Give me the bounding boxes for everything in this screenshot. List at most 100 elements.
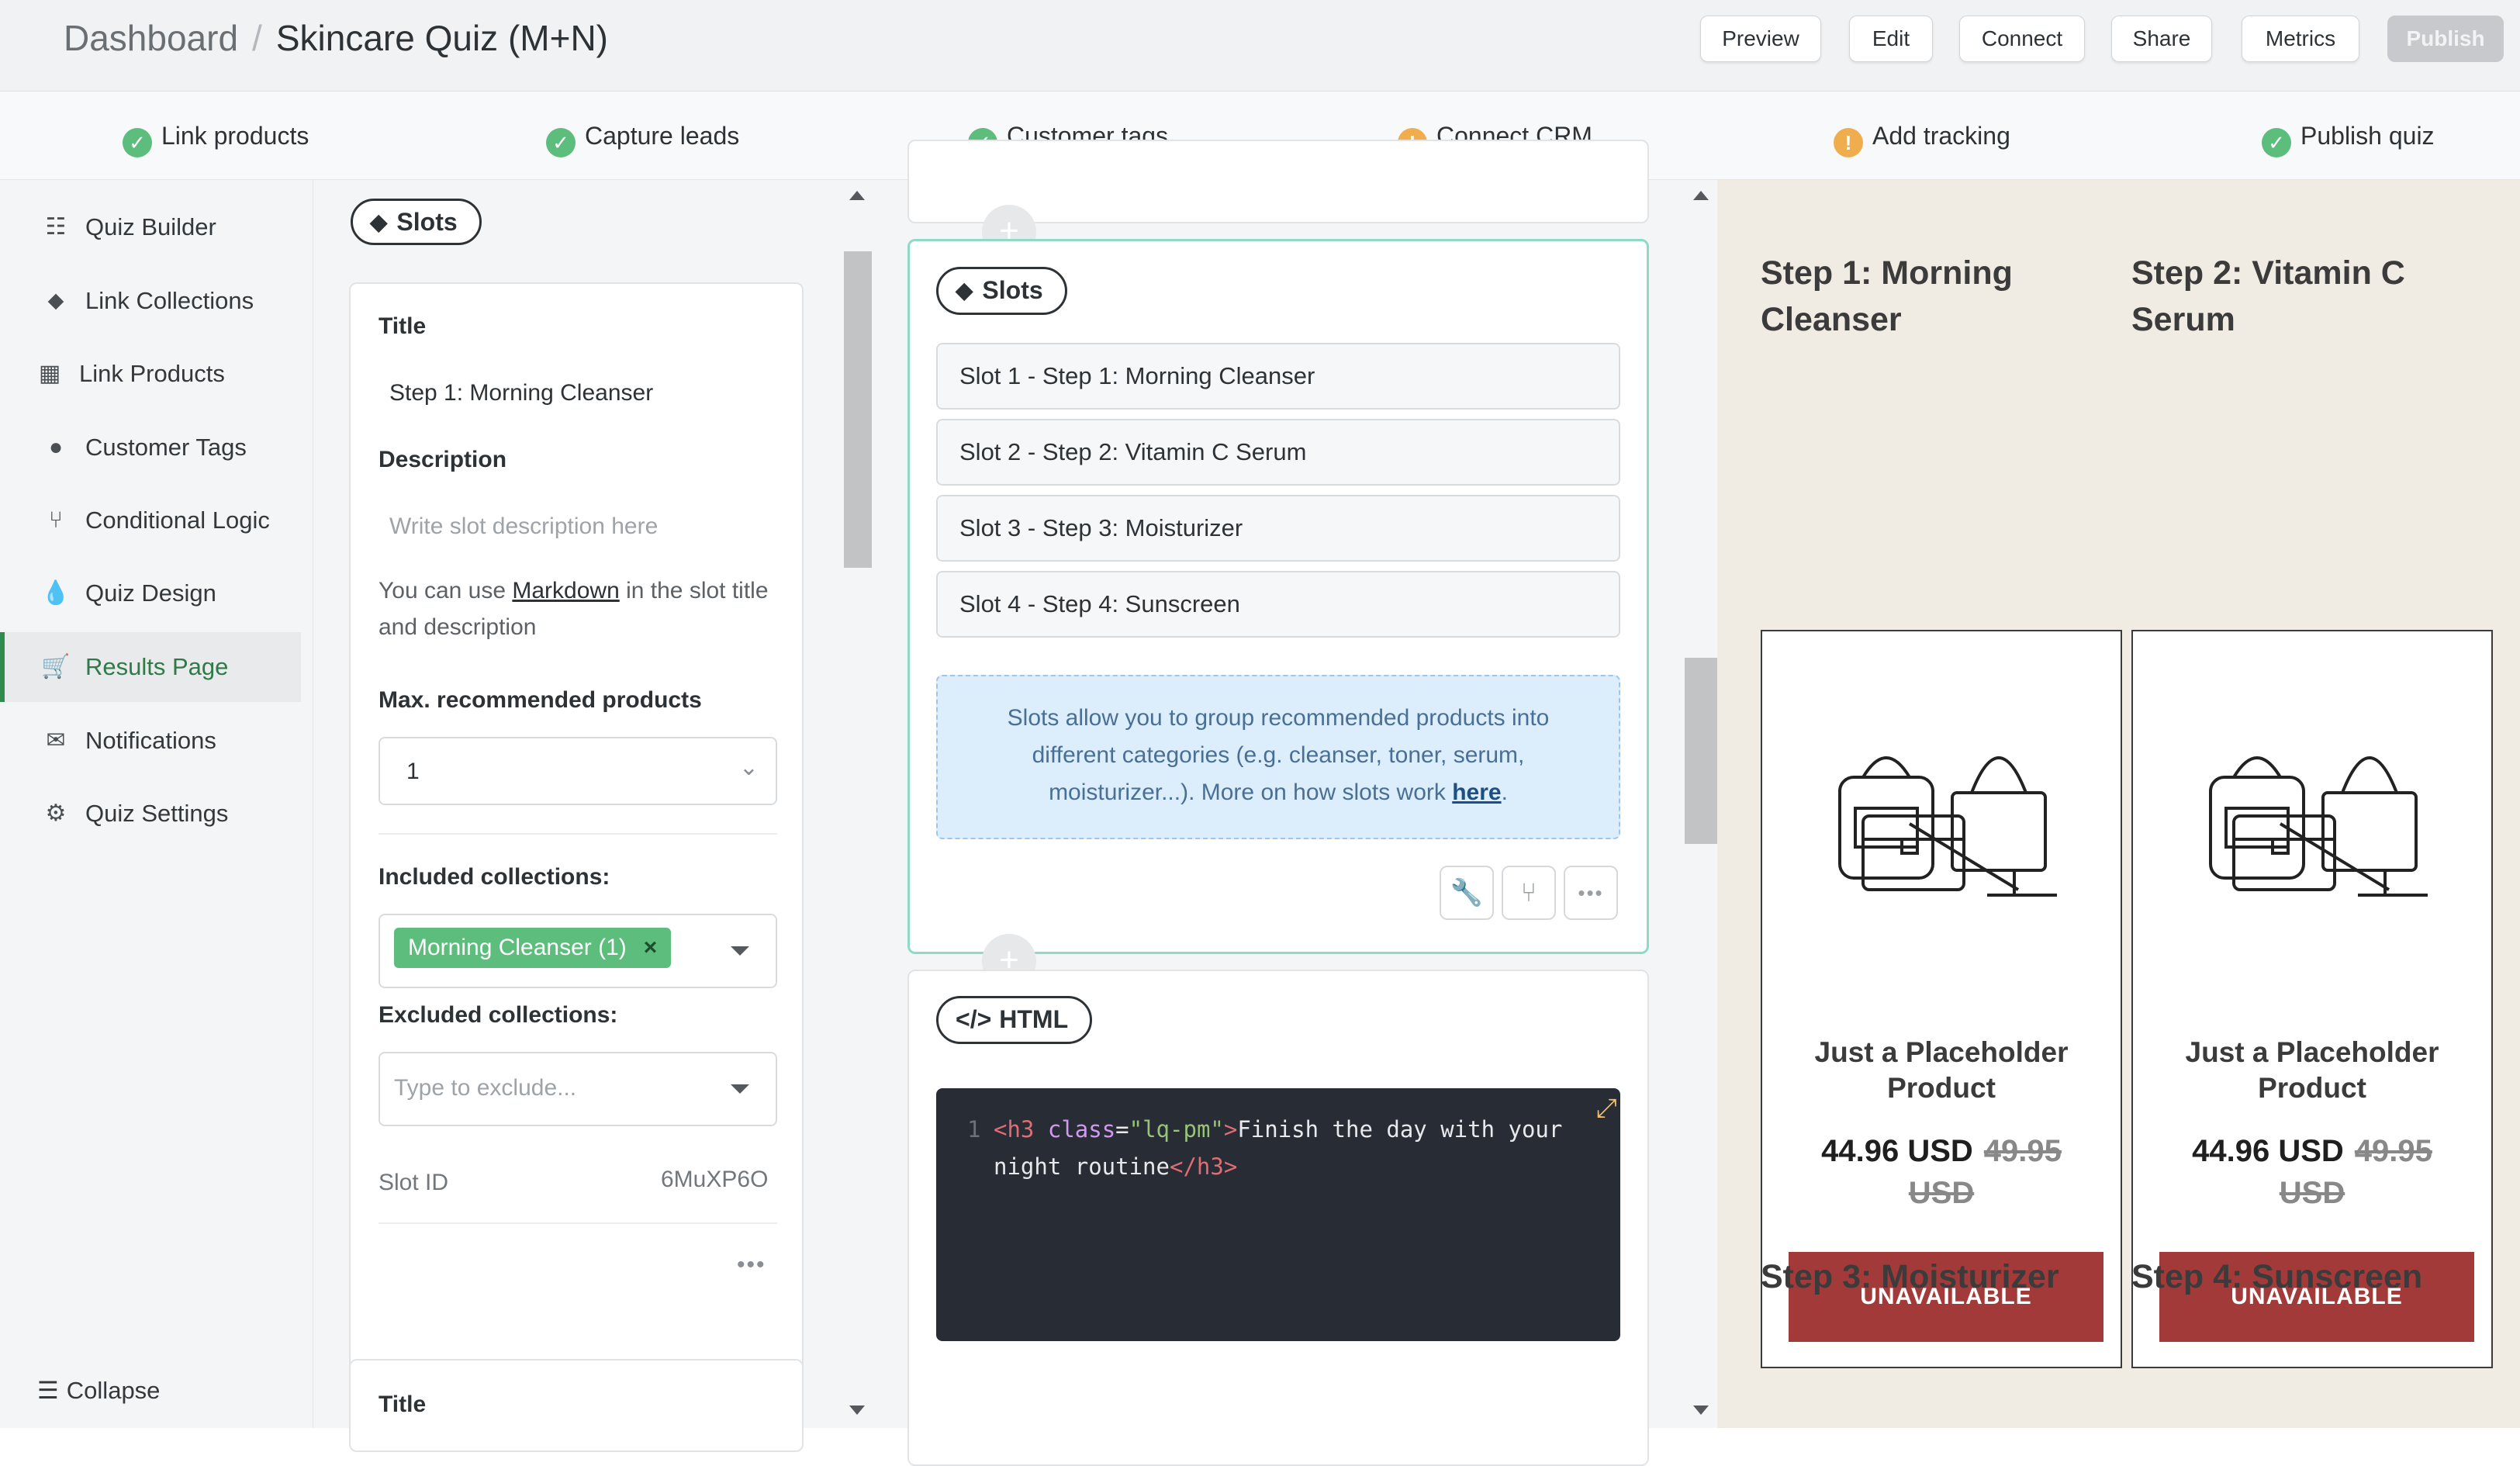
slot-row[interactable]: Slot 4 - Step 4: Sunscreen <box>936 571 1620 638</box>
markdown-link[interactable]: Markdown <box>512 578 619 603</box>
description-input[interactable]: Write slot description here <box>389 513 658 540</box>
html-code-editor[interactable]: 1 <h3 class="lq-pm">Finish the day with … <box>936 1088 1620 1341</box>
collection-tag: Morning Cleanser (1) × <box>394 928 672 968</box>
branch-icon[interactable]: ⑂ <box>1502 866 1556 920</box>
html-block-pill: </> HTML <box>936 996 1093 1044</box>
gear-icon: ⚙ <box>45 800 67 826</box>
remove-tag-icon[interactable]: × <box>644 935 658 960</box>
scroll-thumb[interactable] <box>844 251 872 568</box>
breadcrumb-separator: / <box>252 18 262 58</box>
breadcrumb: Dashboard / Skincare Quiz (M+N) <box>64 17 608 59</box>
sidebar-item-link-products[interactable]: ▦ Link Products <box>0 339 301 409</box>
check-circle-icon: ✓ <box>123 128 152 157</box>
collapse-button[interactable]: ☰ Collapse <box>37 1377 160 1405</box>
step-title: Step 4: Sunscreen <box>2131 1258 2423 1295</box>
preview-button[interactable]: Preview <box>1700 16 1821 62</box>
sidebar-item-results-page[interactable]: 🛒 Results Page <box>0 632 301 702</box>
sidebar-item-link-collections[interactable]: ⬥ Link Collections <box>0 266 301 336</box>
markdown-hint: You can use Markdown in the slot title a… <box>379 578 769 640</box>
slots-pill: ⬥ Slots <box>351 199 482 245</box>
chevron-down-icon: ⌄ <box>738 755 759 780</box>
code-line-1: <h3 class="lq-pm">Finish the day with yo… <box>994 1116 1563 1143</box>
sidebar-item-notifications[interactable]: ✉ Notifications <box>0 706 301 776</box>
excluded-collections-select[interactable]: Type to exclude... <box>379 1052 777 1126</box>
checklist-capture-leads[interactable]: ✓ Capture leads <box>546 116 739 157</box>
connect-button[interactable]: Connect <box>1959 16 2085 62</box>
warning-circle-icon: ! <box>1834 128 1863 157</box>
tag-icon: ⬥ <box>956 276 973 304</box>
slots-help-link[interactable]: here <box>1452 780 1501 805</box>
code-line-2: night routine</h3> <box>994 1153 1238 1180</box>
slot-id-label: Slot ID <box>379 1170 449 1195</box>
scroll-thumb[interactable] <box>1685 658 1717 844</box>
scroll-down-icon[interactable] <box>1693 1405 1709 1415</box>
tag-icon: ⬥ <box>47 288 64 313</box>
top-bar: Dashboard / Skincare Quiz (M+N) Preview Ed… <box>0 0 2520 92</box>
wrench-icon[interactable]: 🔧 <box>1440 866 1494 920</box>
collapse-icon: ☰ <box>37 1377 59 1404</box>
scroll-down-icon[interactable] <box>849 1405 865 1415</box>
line-number: 1 <box>967 1116 981 1143</box>
slots-info-box: Slots allow you to group recommended pro… <box>936 675 1620 839</box>
metrics-button[interactable]: Metrics <box>2242 16 2359 62</box>
branch-icon: ⑂ <box>49 507 63 533</box>
checklist-add-tracking[interactable]: ! Add tracking <box>1834 116 2010 157</box>
publish-button[interactable]: Publish <box>2387 16 2504 62</box>
bags-illustration <box>2209 756 2428 897</box>
sidebar-item-quiz-settings[interactable]: ⚙ Quiz Settings <box>0 779 301 849</box>
included-collections-label: Included collections: <box>379 864 610 890</box>
sidebar-item-conditional-logic[interactable]: ⑂ Conditional Logic <box>0 486 301 555</box>
scroll-up-icon[interactable] <box>849 191 865 200</box>
next-title-label: Title <box>379 1392 427 1417</box>
results-preview: Step 1: Morning Cleanser Step 2: Vitamin… <box>1717 180 2520 1428</box>
divider <box>379 1222 777 1224</box>
tag-icon: ⬥ <box>370 208 388 236</box>
breadcrumb-dashboard[interactable]: Dashboard <box>64 18 238 58</box>
slot-row[interactable]: Slot 3 - Step 3: Moisturizer <box>936 495 1620 562</box>
code-icon: </> <box>956 1005 992 1033</box>
droplet-icon: 💧 <box>41 580 71 606</box>
step-title: Step 3: Moisturizer <box>1761 1258 2059 1295</box>
builder-scrollbar[interactable] <box>1685 180 1717 1428</box>
compare-price-currency: USD <box>1908 1176 1975 1210</box>
divider <box>379 833 777 835</box>
product-price: 44.96 USD 49.95 <box>2192 1134 2432 1168</box>
list-icon: ☷ <box>45 214 67 240</box>
dropdown-caret-icon[interactable] <box>731 1084 749 1094</box>
edit-button[interactable]: Edit <box>1849 16 1933 62</box>
description-label: Description <box>379 447 507 472</box>
slot-id-value: 6MuXP6O <box>661 1167 769 1192</box>
settings-scrollbar[interactable] <box>841 180 873 1428</box>
slot-row[interactable]: Slot 1 - Step 1: Morning Cleanser <box>936 343 1620 410</box>
dropdown-caret-icon[interactable] <box>731 946 749 956</box>
max-products-label: Max. recommended products <box>379 687 702 713</box>
sidebar-item-customer-tags[interactable]: ● Customer Tags <box>0 413 301 482</box>
expand-icon[interactable]: ⤢ <box>1596 1093 1617 1124</box>
user-icon: ● <box>48 434 64 460</box>
more-options-icon[interactable]: ••• <box>737 1252 766 1278</box>
slots-block-pill: ⬥ Slots <box>936 267 1067 315</box>
step-title: Step 1: Morning Cleanser <box>1761 254 2013 338</box>
title-input[interactable]: Step 1: Morning Cleanser <box>389 380 653 406</box>
checklist-link-products[interactable]: ✓ Link products <box>123 116 309 157</box>
checklist-publish-quiz[interactable]: ✓ Publish quiz <box>2262 116 2435 157</box>
product-name[interactable]: Just a Placeholder Product <box>2133 1035 2491 1106</box>
check-circle-icon: ✓ <box>2262 128 2291 157</box>
envelope-icon: ✉ <box>46 728 66 753</box>
bags-illustration <box>1838 756 2057 897</box>
sidebar-item-quiz-builder[interactable]: ☷ Quiz Builder <box>0 192 301 262</box>
slot-row[interactable]: Slot 2 - Step 2: Vitamin C Serum <box>936 419 1620 486</box>
check-circle-icon: ✓ <box>546 128 576 157</box>
max-products-select[interactable]: 1 ⌄ <box>379 737 777 805</box>
share-button[interactable]: Share <box>2111 16 2212 62</box>
product-name[interactable]: Just a Placeholder Product <box>1762 1035 2121 1106</box>
title-label: Title <box>379 313 427 339</box>
page-title: Skincare Quiz (M+N) <box>275 18 608 58</box>
compare-price-currency: USD <box>2279 1176 2345 1210</box>
sidebar-item-quiz-design[interactable]: 💧 Quiz Design <box>0 558 301 628</box>
sidebar: ☷ Quiz Builder ⬥ Link Collections ▦ Link Pr… <box>0 180 313 1428</box>
scroll-up-icon[interactable] <box>1693 191 1709 200</box>
excluded-collections-label: Excluded collections: <box>379 1002 618 1028</box>
more-options-icon[interactable]: ••• <box>1564 866 1618 920</box>
cart-icon: 🛒 <box>41 654 71 679</box>
